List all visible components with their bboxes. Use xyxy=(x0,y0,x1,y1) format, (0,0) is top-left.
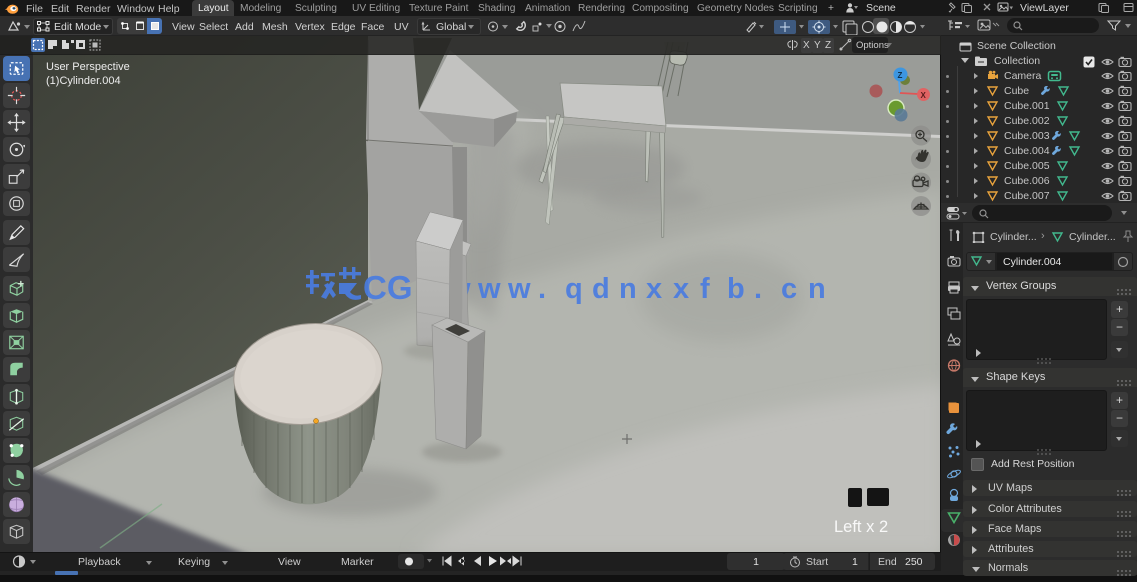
svg-text:q: q xyxy=(565,273,583,305)
svg-text:b: b xyxy=(727,273,745,305)
svg-text:x: x xyxy=(673,273,689,305)
svg-text:Left x 2: Left x 2 xyxy=(834,518,888,536)
svg-text:n: n xyxy=(808,273,826,305)
svg-text:Z: Z xyxy=(898,71,903,80)
svg-text:n: n xyxy=(619,273,637,305)
svg-text:X: X xyxy=(921,91,927,100)
svg-text:w: w xyxy=(477,273,501,305)
svg-text:c: c xyxy=(781,273,797,305)
svg-text:User Perspective: User Perspective xyxy=(46,61,130,73)
svg-text:f: f xyxy=(700,273,710,305)
svg-text:(1)Cylinder.004: (1)Cylinder.004 xyxy=(46,75,121,87)
svg-text:w: w xyxy=(507,273,531,305)
svg-text:.: . xyxy=(754,273,762,305)
svg-text:CG: CG xyxy=(363,269,413,306)
svg-text:.: . xyxy=(538,273,546,305)
svg-text:d: d xyxy=(592,273,610,305)
svg-text:x: x xyxy=(646,273,662,305)
